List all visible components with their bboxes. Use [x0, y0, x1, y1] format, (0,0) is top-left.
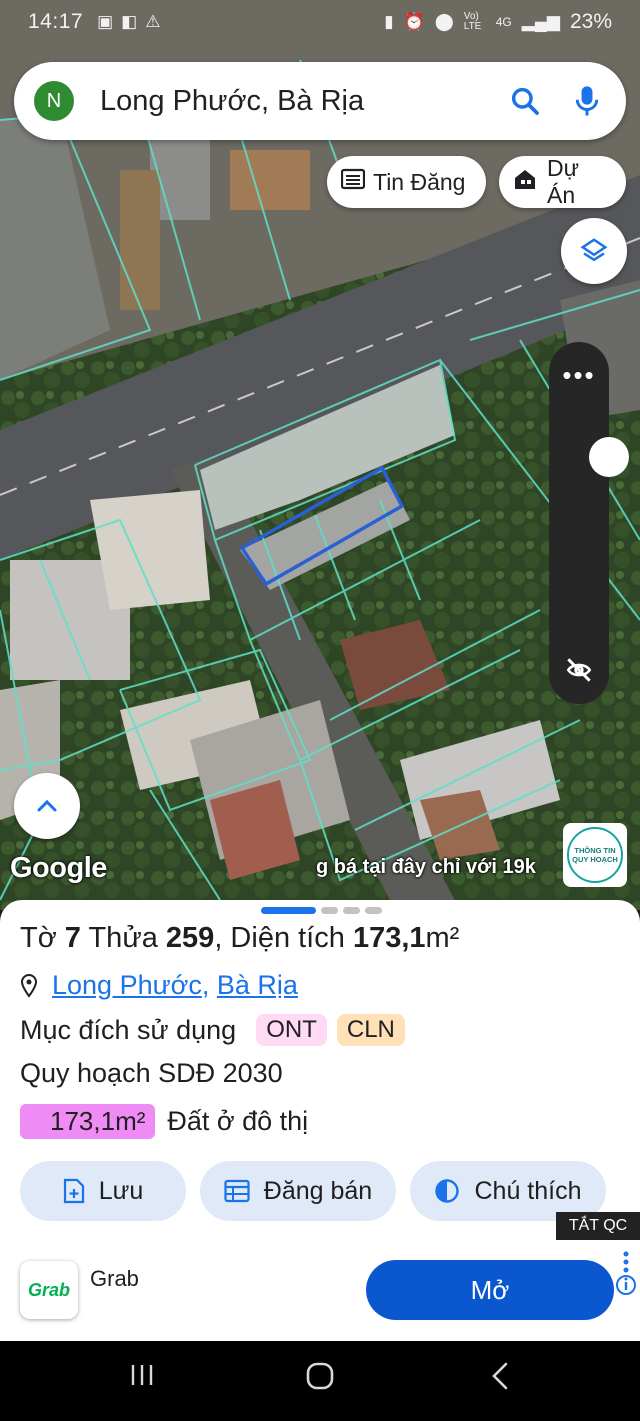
land-use-row: Mục đích sử dụng ONT CLN: [20, 1014, 405, 1046]
status-bar: 14:17 ▣ ◧ ⚠ ▮ ⏰ ⬤ Vo) LTE 4G ▂▄▆ 23%: [0, 0, 640, 44]
google-logo: Google: [10, 852, 107, 884]
expand-sheet-button[interactable]: [14, 773, 80, 839]
chevron-up-icon: [37, 799, 57, 812]
planning-info-label: THÔNG TIN QUY HOẠCH: [567, 827, 623, 883]
lock-icon: ▮: [384, 12, 394, 31]
post-sale-button[interactable]: Đăng bán: [200, 1161, 396, 1221]
search-input[interactable]: Long Phước, Bà Rịa: [100, 85, 364, 118]
location-icon: ⬤: [434, 12, 454, 31]
message-icon: ◧: [121, 12, 138, 31]
ad-info-icon[interactable]: [614, 1246, 638, 1334]
plan-area-badge: 173,1m²: [20, 1104, 156, 1139]
ward-link[interactable]: Long Phước: [52, 970, 202, 1000]
visibility-off-icon[interactable]: [563, 654, 595, 691]
open-ad-button[interactable]: Mở: [366, 1260, 614, 1320]
home-icon[interactable]: [305, 1361, 335, 1396]
land-use-tag-cln: CLN: [336, 1014, 405, 1046]
slider-handle[interactable]: [589, 437, 629, 477]
microphone-icon[interactable]: [568, 82, 606, 120]
projects-chip[interactable]: Dự Án: [499, 155, 626, 208]
listings-chip[interactable]: Tin Đăng: [327, 156, 486, 208]
avatar[interactable]: N: [34, 81, 74, 121]
list-icon: [340, 168, 366, 196]
more-options-icon[interactable]: •••: [549, 362, 609, 388]
search-bar[interactable]: N Long Phước, Bà Rịa: [14, 62, 626, 140]
warning-icon: ⚠: [145, 12, 161, 31]
action-row: Lưu Đăng bán Chú thích: [20, 1161, 606, 1221]
recent-apps-icon[interactable]: [128, 1361, 156, 1394]
plan-land-type: Đất ở đô thị: [167, 1106, 309, 1136]
gallery-icon: ▣: [97, 12, 114, 31]
city-link[interactable]: Bà Rịa: [217, 970, 298, 1000]
promo-ticker[interactable]: g bá tại đây chỉ với 19k: [316, 856, 536, 879]
battery-level: 23%: [569, 10, 612, 33]
contrast-icon: [435, 1179, 460, 1203]
opacity-slider[interactable]: •••: [549, 342, 629, 704]
alarm-icon: ⏰: [403, 12, 425, 31]
title-mid: Thửa: [80, 922, 166, 954]
land-use-tag-ont: ONT: [256, 1014, 327, 1046]
area-unit: m²: [425, 922, 460, 954]
ad-banner[interactable]: Grab Grab Mở: [0, 1240, 640, 1341]
pager-dot-1[interactable]: [261, 907, 316, 914]
status-time: 14:17: [28, 10, 84, 33]
location-separator: ,: [201, 970, 210, 1000]
title-area-label: , Diện tích: [214, 922, 353, 954]
search-icon[interactable]: [506, 82, 544, 120]
post-sale-button-label: Đăng bán: [263, 1176, 373, 1205]
notification-icons: ▣ ◧ ⚠: [97, 12, 160, 32]
legend-button-label: Chú thích: [474, 1176, 582, 1205]
parcel-number: 259: [165, 922, 215, 954]
save-button-label: Lưu: [98, 1176, 144, 1205]
layers-button[interactable]: [561, 218, 627, 284]
signal-icon: ▂▄▆: [521, 12, 560, 31]
pager-dot-4[interactable]: [365, 907, 382, 914]
ad-advertiser-name: Grab: [90, 1266, 139, 1291]
listings-chip-label: Tin Đăng: [373, 168, 466, 195]
location-pin-icon: [20, 973, 38, 998]
parcel-title: Tờ 7 Thửa 259, Diện tích 173,1m²: [20, 922, 459, 955]
parcel-area: 173,1: [352, 922, 426, 954]
plan-label: Quy hoạch SDĐ 2030: [20, 1058, 283, 1088]
back-icon[interactable]: [488, 1361, 512, 1396]
close-ad-button[interactable]: TẮT QC: [556, 1212, 640, 1240]
system-nav-bar: [0, 1341, 640, 1421]
sheet-pager[interactable]: [261, 907, 382, 914]
sheet-number: 7: [64, 922, 81, 954]
planning-info-button[interactable]: THÔNG TIN QUY HOẠCH: [563, 823, 627, 887]
layers-icon: [580, 238, 608, 262]
projects-chip-label: Dự Án: [547, 155, 580, 208]
save-button[interactable]: Lưu: [20, 1161, 186, 1221]
pager-dot-2[interactable]: [321, 907, 338, 914]
plan-area-row: 173,1m² Đất ở đô thị: [20, 1104, 308, 1139]
add-document-icon: [63, 1178, 84, 1204]
building-icon: [513, 168, 539, 196]
land-use-label: Mục đích sử dụng: [20, 1014, 237, 1045]
parcel-sheet: Tờ 7 Thửa 259, Diện tích 173,1m² Long Ph…: [0, 900, 640, 1240]
map-view[interactable]: 14:17 ▣ ◧ ⚠ ▮ ⏰ ⬤ Vo) LTE 4G ▂▄▆ 23% N L…: [0, 0, 640, 910]
pager-dot-3[interactable]: [343, 907, 360, 914]
grab-logo: Grab: [20, 1261, 78, 1319]
network-label: Vo) LTE: [463, 11, 482, 32]
title-prefix: Tờ: [20, 922, 65, 954]
table-icon: [224, 1179, 250, 1203]
signal-label: 4G: [495, 15, 512, 29]
parcel-location: Long Phước, Bà Rịa: [20, 970, 298, 1001]
